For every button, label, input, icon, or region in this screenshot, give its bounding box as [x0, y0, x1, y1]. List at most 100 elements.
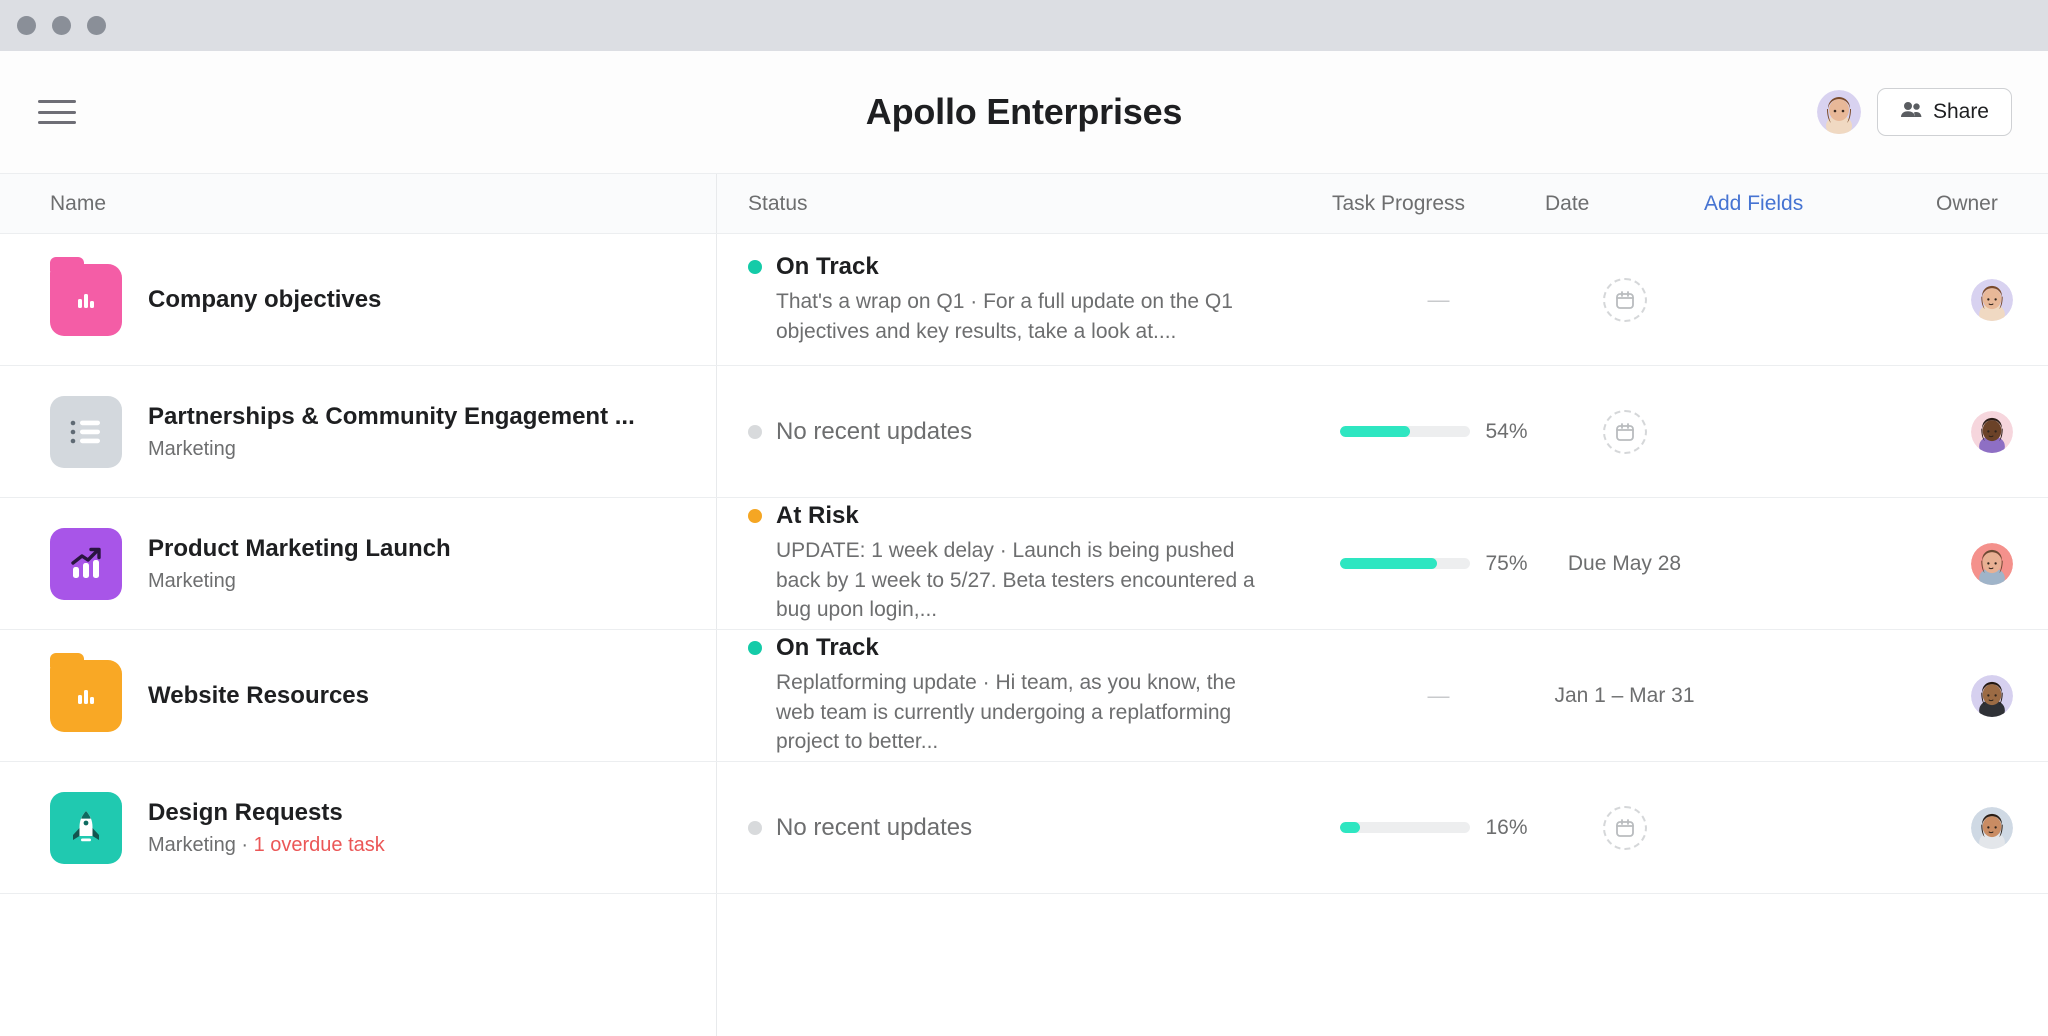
table-row[interactable]: Product Marketing Launch Marketing At Risk…	[0, 498, 2048, 630]
project-title[interactable]: Partnerships & Community Engagement ...	[148, 403, 635, 431]
avatar[interactable]	[1816, 90, 1861, 134]
row-name-text: Product Marketing Launch Marketing	[148, 535, 451, 593]
progress-bar	[1339, 822, 1470, 833]
hamburger-menu-icon[interactable]	[38, 97, 76, 127]
status-badge[interactable]: On Track	[748, 253, 879, 281]
project-title[interactable]: Design Requests	[148, 799, 385, 827]
table-body: Company objectives On Track That's a wrap …	[0, 234, 2048, 894]
row-status-cell[interactable]: At Risk UPDATE: 1 week delay · Launch is …	[716, 498, 1332, 629]
row-date-cell[interactable]: Jan 1 – Mar 31	[1545, 630, 1704, 761]
project-title[interactable]: Website Resources	[148, 682, 369, 710]
progress-bar-fill	[1339, 822, 1361, 833]
row-progress-cell[interactable]: 54%	[1332, 366, 1545, 497]
row-date-cell[interactable]	[1545, 762, 1704, 893]
column-header-name[interactable]: Name	[0, 192, 716, 216]
list-icon[interactable]	[50, 395, 122, 468]
row-name-cell[interactable]: Partnerships & Community Engagement ... M…	[0, 366, 716, 497]
rocket-icon[interactable]	[50, 791, 122, 864]
table-empty-area	[0, 894, 2048, 1036]
row-name-cell[interactable]: Product Marketing Launch Marketing	[0, 498, 716, 629]
bar-chart-folder-icon[interactable]	[50, 652, 122, 732]
owner-avatar[interactable]	[1971, 674, 2013, 717]
column-header-progress[interactable]: Task Progress	[1332, 192, 1545, 216]
owner-avatar[interactable]	[1971, 278, 2013, 321]
minimize-button[interactable]	[52, 16, 71, 35]
owner-avatar[interactable]	[1971, 410, 2013, 453]
row-name-cell[interactable]: Design Requests Marketing · 1 overdue tas…	[0, 762, 716, 893]
row-name-text: Partnerships & Community Engagement ... M…	[148, 403, 635, 461]
growth-chart-icon[interactable]	[50, 527, 122, 600]
header-actions: Share	[1816, 88, 2012, 136]
row-progress-cell[interactable]: —	[1332, 234, 1545, 365]
close-button[interactable]	[17, 16, 36, 35]
window-titlebar	[0, 0, 2048, 51]
row-owner-cell[interactable]	[1936, 630, 2048, 761]
table-row[interactable]: Company objectives On Track That's a wrap …	[0, 234, 2048, 366]
project-subtitle: Marketing	[148, 438, 635, 461]
date-label[interactable]: Jan 1 – Mar 31	[1554, 684, 1694, 708]
row-progress-cell[interactable]: 75%	[1332, 498, 1545, 629]
owner-avatar[interactable]	[1971, 806, 2013, 849]
row-owner-cell[interactable]	[1936, 762, 2048, 893]
owner-avatar[interactable]	[1971, 542, 2013, 585]
status-description: That's a wrap on Q1 · For a full update …	[776, 289, 1233, 343]
status-badge[interactable]: On Track	[748, 634, 879, 662]
maximize-button[interactable]	[87, 16, 106, 35]
row-name-text: Company objectives	[148, 286, 381, 314]
row-date-cell[interactable]	[1545, 234, 1704, 365]
date-label[interactable]: Due May 28	[1568, 552, 1681, 576]
row-fields-cell[interactable]	[1704, 234, 1936, 365]
row-fields-cell[interactable]	[1704, 498, 1936, 629]
row-status-cell[interactable]: No recent updates	[716, 366, 1332, 497]
status-dot-icon	[748, 259, 762, 274]
row-date-cell[interactable]	[1545, 366, 1704, 497]
table-row[interactable]: Design Requests Marketing · 1 overdue tas…	[0, 762, 2048, 894]
row-fields-cell[interactable]	[1704, 762, 1936, 893]
status-label: No recent updates	[776, 417, 973, 445]
row-status-cell[interactable]: No recent updates	[716, 762, 1332, 893]
column-header-owner[interactable]: Owner	[1936, 192, 2048, 216]
row-name-text: Design Requests Marketing · 1 overdue tas…	[148, 799, 385, 857]
column-header-date[interactable]: Date	[1545, 192, 1704, 216]
row-name-cell[interactable]: Company objectives	[0, 234, 716, 365]
share-button-label: Share	[1932, 100, 1989, 123]
row-status-cell[interactable]: On Track That's a wrap on Q1 · For a full…	[716, 234, 1332, 365]
table-row[interactable]: Partnerships & Community Engagement ... M…	[0, 366, 2048, 498]
row-status-cell[interactable]: On Track Replatforming update · Hi team, …	[716, 630, 1332, 761]
status-badge[interactable]: No recent updates	[748, 418, 972, 446]
row-name-text: Website Resources	[148, 682, 369, 710]
project-team-label: Marketing	[148, 833, 236, 856]
row-progress-cell[interactable]: 16%	[1332, 762, 1545, 893]
status-badge[interactable]: At Risk	[748, 502, 859, 530]
calendar-icon[interactable]	[1602, 805, 1647, 850]
overdue-task-badge[interactable]: 1 overdue task	[254, 834, 385, 856]
row-owner-cell[interactable]	[1936, 234, 2048, 365]
progress-percent-label: 54%	[1485, 419, 1528, 443]
row-date-cell[interactable]: Due May 28	[1545, 498, 1704, 629]
progress-empty: —	[1427, 286, 1450, 312]
progress-bar-fill	[1339, 558, 1437, 569]
column-header-status[interactable]: Status	[716, 192, 1332, 216]
bar-chart-folder-icon[interactable]	[50, 256, 122, 336]
add-fields-button[interactable]: Add Fields	[1704, 192, 1936, 216]
row-fields-cell[interactable]	[1704, 366, 1936, 497]
status-badge[interactable]: No recent updates	[748, 814, 972, 842]
calendar-icon[interactable]	[1602, 409, 1647, 454]
row-progress-cell[interactable]: —	[1332, 630, 1545, 761]
project-subtitle: Marketing	[148, 570, 451, 593]
row-owner-cell[interactable]	[1936, 366, 2048, 497]
progress-bar	[1339, 558, 1470, 569]
app-header: Apollo Enterprises Share	[0, 51, 2048, 174]
projects-table: Name Status Task Progress Date Add Field…	[0, 174, 2048, 1036]
share-button[interactable]: Share	[1876, 88, 2012, 136]
row-name-cell[interactable]: Website Resources	[0, 630, 716, 761]
project-title[interactable]: Product Marketing Launch	[148, 535, 451, 563]
row-fields-cell[interactable]	[1704, 630, 1936, 761]
status-label: On Track	[776, 633, 879, 661]
status-dot-icon	[748, 508, 762, 523]
table-row[interactable]: Website Resources On Track Replatforming u…	[0, 630, 2048, 762]
row-owner-cell[interactable]	[1936, 498, 2048, 629]
project-title[interactable]: Company objectives	[148, 286, 381, 314]
calendar-icon[interactable]	[1602, 277, 1647, 322]
page-title: Apollo Enterprises	[865, 91, 1183, 132]
